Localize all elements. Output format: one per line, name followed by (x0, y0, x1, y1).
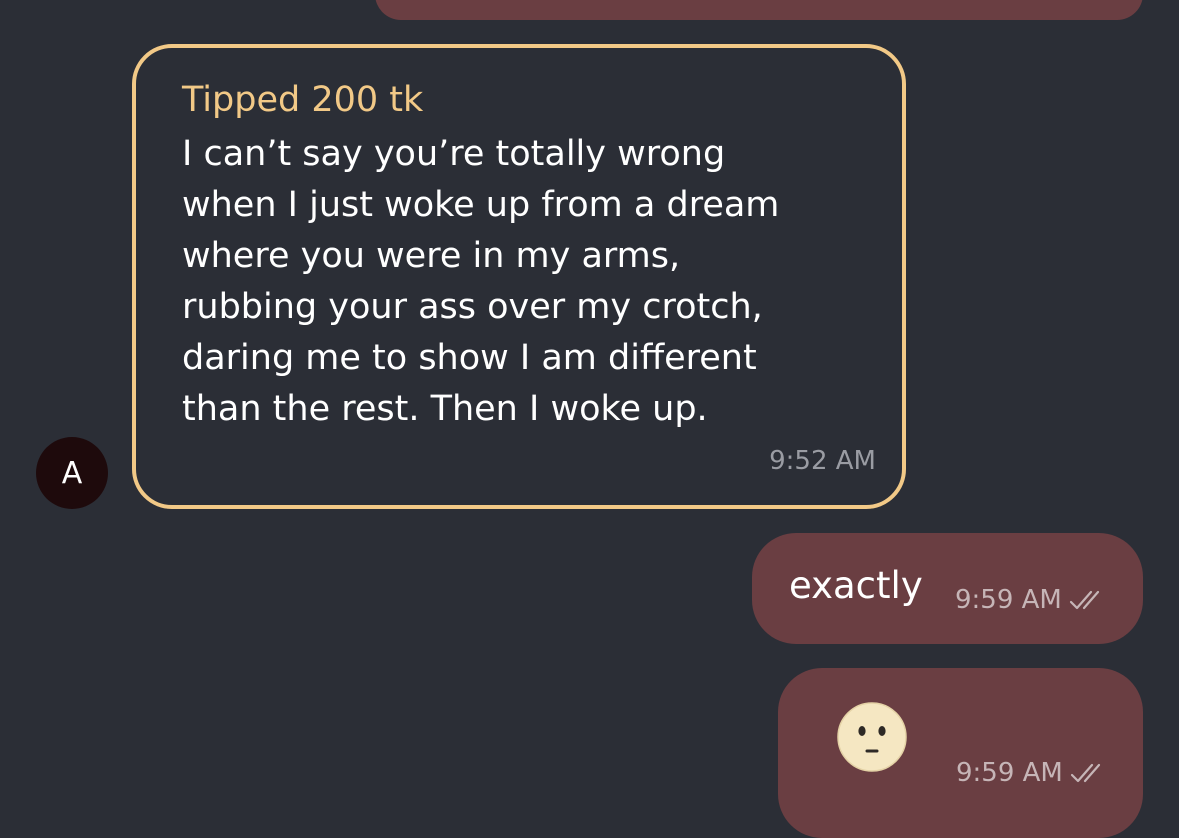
message-text: exactly (789, 564, 923, 607)
double-check-icon (1069, 590, 1099, 610)
message-timestamp: 9:59 AM (956, 758, 1063, 788)
avatar-initial: A (61, 455, 83, 491)
message-meta: 9:59 AM (956, 758, 1111, 788)
neutral-face-emoji-icon (837, 702, 907, 772)
tip-message-text: I can’t say you’re totally wrong when I … (182, 134, 780, 429)
tip-message-timestamp: 9:52 AM (769, 446, 876, 476)
tip-message-bubble[interactable]: Tipped 200 tk I can’t say you’re totally… (132, 44, 906, 509)
message-timestamp: 9:59 AM (955, 585, 1062, 615)
double-check-icon (1070, 763, 1100, 783)
outgoing-message-bubble[interactable]: exactly 9:59 AM (752, 533, 1143, 644)
message-meta: 9:59 AM (955, 585, 1110, 615)
sender-avatar[interactable]: A (36, 437, 108, 509)
previous-message-bubble[interactable] (375, 0, 1143, 20)
outgoing-emoji-bubble[interactable]: 9:59 AM (778, 668, 1143, 838)
tip-amount-label: Tipped 200 tk (182, 80, 424, 120)
